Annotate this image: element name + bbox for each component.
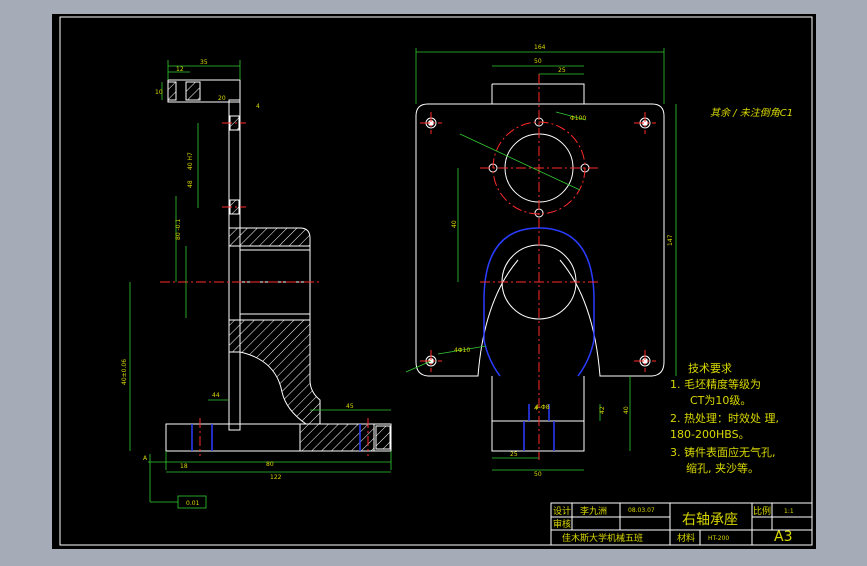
material-label: 材料 — [677, 532, 695, 544]
dim-25-bottom: 25 — [510, 451, 518, 458]
school-name: 佳木斯大学机械五班 — [562, 532, 643, 544]
dim-44: 44 — [212, 392, 220, 399]
dim-35: 35 — [200, 59, 208, 66]
checker-label: 审核 — [553, 518, 571, 530]
part-name: 右轴承座 — [682, 512, 738, 528]
label-phi100: Φ100 — [570, 115, 586, 122]
dim-50-bottom: 50 — [534, 471, 542, 478]
dim-48: 48 — [187, 180, 194, 188]
material-value: HT-200 — [708, 535, 729, 542]
roughness-note: 其余 / 未注倒角C1 — [710, 107, 793, 119]
label-4phi8: 4-Φ8 — [535, 404, 550, 411]
dim-4: 4 — [256, 103, 260, 110]
boss-upper-section — [228, 227, 311, 247]
dim-42: 42 — [599, 406, 606, 414]
tech-req-line: 180-200HBS。 — [670, 428, 750, 441]
label-4phi10: 4Φ10 — [454, 347, 470, 354]
dim-40-vert: 40 — [451, 220, 458, 228]
dim-10: 10 — [155, 89, 163, 96]
dim-12: 12 — [176, 66, 184, 73]
designer-label: 设计 — [553, 505, 571, 517]
designer-name: 李九洲 — [580, 505, 607, 517]
tech-req-line: 3. 铸件表面应无气孔, — [670, 445, 776, 459]
dim-40h7: 40 H7 — [187, 152, 194, 170]
tech-req-line: 2. 热处理：时效处 理, — [670, 411, 779, 425]
dim-25-top: 25 — [558, 67, 566, 74]
dim-80: 80 — [266, 461, 274, 468]
dim-147: 147 — [667, 234, 674, 246]
flatness-tolerance: 0.01 — [186, 500, 200, 507]
dim-45: 45 — [346, 403, 354, 410]
scale-value: 1:1 — [784, 508, 794, 515]
sheet-size: A3 — [774, 529, 792, 545]
tech-req-title: 技术要求 — [688, 362, 732, 375]
cad-viewport: 12 35 10 4 20 40 H7 48 80 -0.1 44 45 18 … — [0, 0, 867, 562]
scale-label: 比例 — [753, 505, 771, 517]
drawing-date: 08.03.07 — [628, 507, 655, 514]
dim-18: 18 — [180, 463, 188, 470]
tech-req-line: 缩孔, 夹沙等。 — [686, 461, 759, 475]
dim-164: 164 — [534, 44, 546, 51]
dim-122: 122 — [270, 474, 282, 481]
dim-50-top: 50 — [534, 58, 542, 65]
tech-req-line: 1. 毛坯精度等级为 — [670, 377, 761, 391]
drawing-canvas: 12 35 10 4 20 40 H7 48 80 -0.1 44 45 18 … — [52, 14, 816, 549]
tech-req-line: CT为10级。 — [676, 394, 751, 407]
dim-20: 20 — [218, 95, 226, 102]
dim-80-tol: 80 -0.1 — [175, 219, 182, 240]
dim-40-pm: 40±0.06 — [121, 359, 128, 385]
dim-40-base: 40 — [623, 406, 630, 414]
